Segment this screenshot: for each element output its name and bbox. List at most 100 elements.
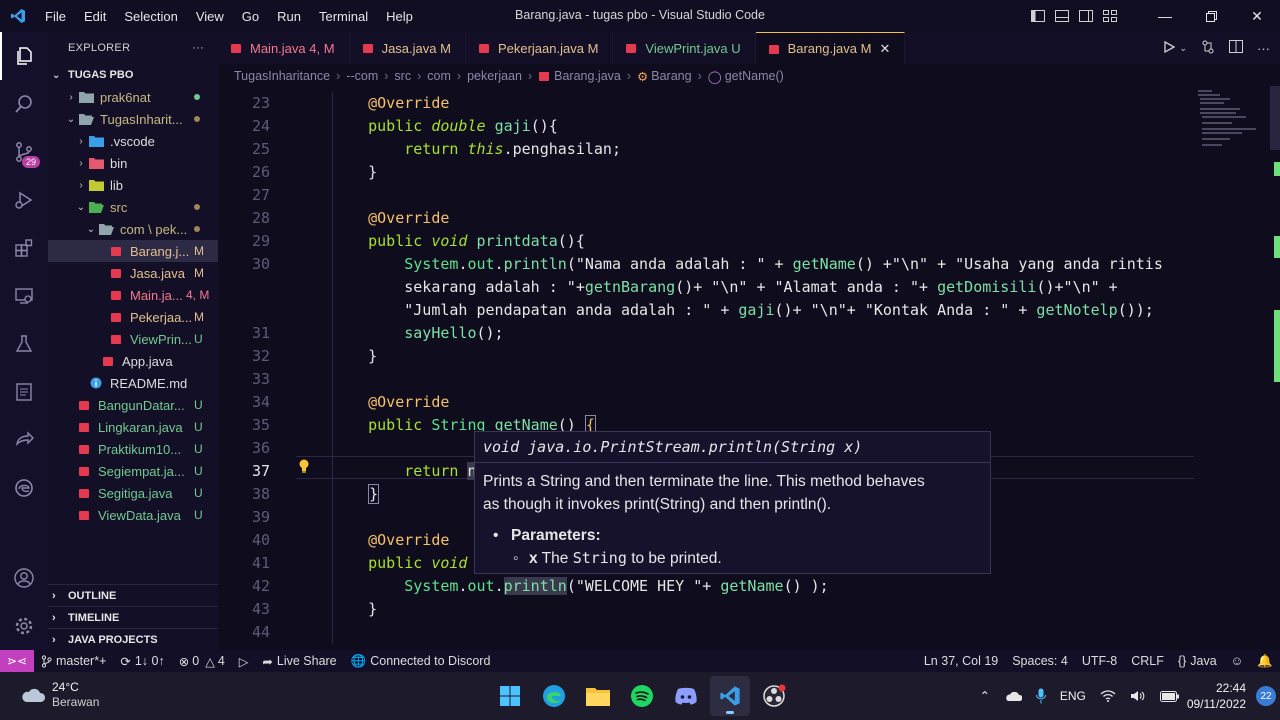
tree-file-pekerjaan[interactable]: Pekerjaa... M: [48, 306, 218, 328]
timeline-section[interactable]: › TIMELINE: [48, 606, 218, 628]
wifi-icon[interactable]: [1093, 690, 1123, 702]
tree-folder-com-pekerjaan[interactable]: ⌄ com \ pek...: [48, 218, 218, 240]
breadcrumb-item[interactable]: TugasInharitance: [234, 69, 330, 83]
breadcrumb-item[interactable]: com: [427, 69, 451, 83]
tree-folder-tugasinharitance[interactable]: ⌄ TugasInharit...: [48, 108, 218, 130]
workspace-section[interactable]: ⌄ TUGAS PBO: [48, 64, 218, 86]
remote-indicator-icon[interactable]: ⋗⋖: [0, 650, 34, 672]
tree-folder-src[interactable]: ⌄ src: [48, 196, 218, 218]
menu-help[interactable]: Help: [377, 9, 422, 24]
toggle-sidebar-icon[interactable]: [1026, 0, 1050, 32]
lightbulb-icon[interactable]: [296, 458, 312, 474]
input-language[interactable]: ENG: [1053, 689, 1093, 703]
taskbar-obs[interactable]: [754, 676, 794, 716]
feedback-icon[interactable]: ☺: [1224, 654, 1251, 668]
tree-file-segitiga[interactable]: Segitiga.java U: [48, 482, 218, 504]
taskbar-file-explorer[interactable]: [578, 676, 618, 716]
tree-file-bangundatar[interactable]: BangunDatar... U: [48, 394, 218, 416]
extensions-icon[interactable]: [0, 224, 48, 272]
git-branch[interactable]: master*+: [34, 654, 113, 668]
battery-icon[interactable]: [1153, 690, 1187, 702]
edge-devtools-icon[interactable]: [0, 464, 48, 512]
notifications-bell-icon[interactable]: 🔔: [1250, 654, 1280, 669]
microphone-icon[interactable]: [1029, 688, 1053, 704]
git-sync[interactable]: ⟳ 1↓ 0↑: [113, 654, 171, 669]
breadcrumb-item[interactable]: getName(): [725, 69, 784, 83]
open-changes-icon[interactable]: [1201, 40, 1215, 57]
menu-edit[interactable]: Edit: [75, 9, 115, 24]
explorer-icon[interactable]: [0, 32, 48, 80]
tree-file-readme[interactable]: README.md: [48, 372, 218, 394]
notes-icon[interactable]: [0, 368, 48, 416]
menu-selection[interactable]: Selection: [115, 9, 186, 24]
breadcrumb-item[interactable]: src: [394, 69, 411, 83]
tree-file-viewprint[interactable]: ViewPrin... U: [48, 328, 218, 350]
outline-section[interactable]: › OUTLINE: [48, 584, 218, 606]
source-control-icon[interactable]: 29: [0, 128, 48, 176]
more-actions-icon[interactable]: ···: [192, 42, 204, 54]
more-actions-icon[interactable]: ···: [1257, 41, 1270, 56]
java-projects-section[interactable]: › JAVA PROJECTS: [48, 628, 218, 650]
minimap[interactable]: [1194, 86, 1280, 650]
discord-status[interactable]: 🌐 Connected to Discord: [344, 654, 498, 669]
close-tab-icon[interactable]: ✕: [879, 41, 890, 57]
tree-folder-bin[interactable]: › bin: [48, 152, 218, 174]
menu-run[interactable]: Run: [268, 9, 310, 24]
scrollbar-thumb[interactable]: [1270, 86, 1280, 150]
weather-widget[interactable]: 24°C Berawan: [20, 680, 99, 710]
language-mode[interactable]: {} Java: [1171, 654, 1224, 668]
menu-go[interactable]: Go: [233, 9, 268, 24]
remote-explorer-icon[interactable]: [0, 272, 48, 320]
breadcrumb-item[interactable]: Barang: [651, 69, 691, 83]
tree-folder-lib[interactable]: › lib: [48, 174, 218, 196]
close-window-button[interactable]: ✕: [1234, 0, 1280, 32]
toggle-secondary-sidebar-icon[interactable]: [1074, 0, 1098, 32]
end-of-line[interactable]: CRLF: [1124, 654, 1171, 668]
breadcrumb-item[interactable]: Barang.java: [554, 69, 621, 83]
tab-viewprint-java[interactable]: ViewPrint.java U: [613, 32, 756, 64]
taskbar-vscode[interactable]: [710, 676, 750, 716]
live-share-button[interactable]: ➦ Live Share: [255, 654, 343, 669]
start-button[interactable]: [490, 676, 530, 716]
tree-file-main[interactable]: Main.ja... 4, M: [48, 284, 218, 306]
cursor-position[interactable]: Ln 37, Col 19: [917, 654, 1005, 668]
run-debug-icon[interactable]: [0, 176, 48, 224]
breadcrumb-item[interactable]: --com: [346, 69, 378, 83]
chevron-up-icon[interactable]: ⌃: [973, 689, 997, 703]
tree-file-viewdata[interactable]: ViewData.java U: [48, 504, 218, 526]
tree-file-lingkaran[interactable]: Lingkaran.java U: [48, 416, 218, 438]
tab-main-java[interactable]: Main.java 4, M: [218, 32, 350, 64]
live-share-icon[interactable]: [0, 416, 48, 464]
restore-button[interactable]: [1188, 0, 1234, 32]
chevron-down-icon[interactable]: ⌄: [1179, 43, 1187, 54]
accounts-icon[interactable]: [0, 554, 48, 602]
toggle-panel-icon[interactable]: [1050, 0, 1074, 32]
menu-file[interactable]: File: [36, 9, 75, 24]
search-icon[interactable]: [0, 80, 48, 128]
indentation[interactable]: Spaces: 4: [1005, 654, 1075, 668]
tree-file-praktikum[interactable]: Praktikum10... U: [48, 438, 218, 460]
tab-jasa-java[interactable]: Jasa.java M: [350, 32, 466, 64]
split-editor-icon[interactable]: [1229, 40, 1243, 56]
tree-folder-prak6nat[interactable]: › prak6nat: [48, 86, 218, 108]
menu-terminal[interactable]: Terminal: [310, 9, 377, 24]
tree-file-barang[interactable]: Barang.j... M: [48, 240, 218, 262]
customize-layout-icon[interactable]: [1098, 0, 1122, 32]
notification-badge[interactable]: 22: [1256, 686, 1276, 706]
encoding[interactable]: UTF-8: [1075, 654, 1124, 668]
taskbar-spotify[interactable]: [622, 676, 662, 716]
taskbar-edge[interactable]: [534, 676, 574, 716]
tree-file-jasa[interactable]: Jasa.java M: [48, 262, 218, 284]
settings-gear-icon[interactable]: [0, 602, 48, 650]
taskbar-discord[interactable]: [666, 676, 706, 716]
clock[interactable]: 22:44 09/11/2022: [1187, 680, 1256, 712]
tab-pekerjaan-java[interactable]: Pekerjaan.java M: [466, 32, 614, 64]
tree-file-app[interactable]: App.java: [48, 350, 218, 372]
menu-view[interactable]: View: [187, 9, 233, 24]
onedrive-cloud-icon[interactable]: [997, 690, 1029, 702]
testing-icon[interactable]: [0, 320, 48, 368]
tree-file-segiempat[interactable]: Segiempat.ja... U: [48, 460, 218, 482]
volume-icon[interactable]: [1123, 690, 1153, 702]
problems[interactable]: ⊗ 0 △ 4: [172, 654, 232, 669]
minimize-button[interactable]: —: [1142, 0, 1188, 32]
